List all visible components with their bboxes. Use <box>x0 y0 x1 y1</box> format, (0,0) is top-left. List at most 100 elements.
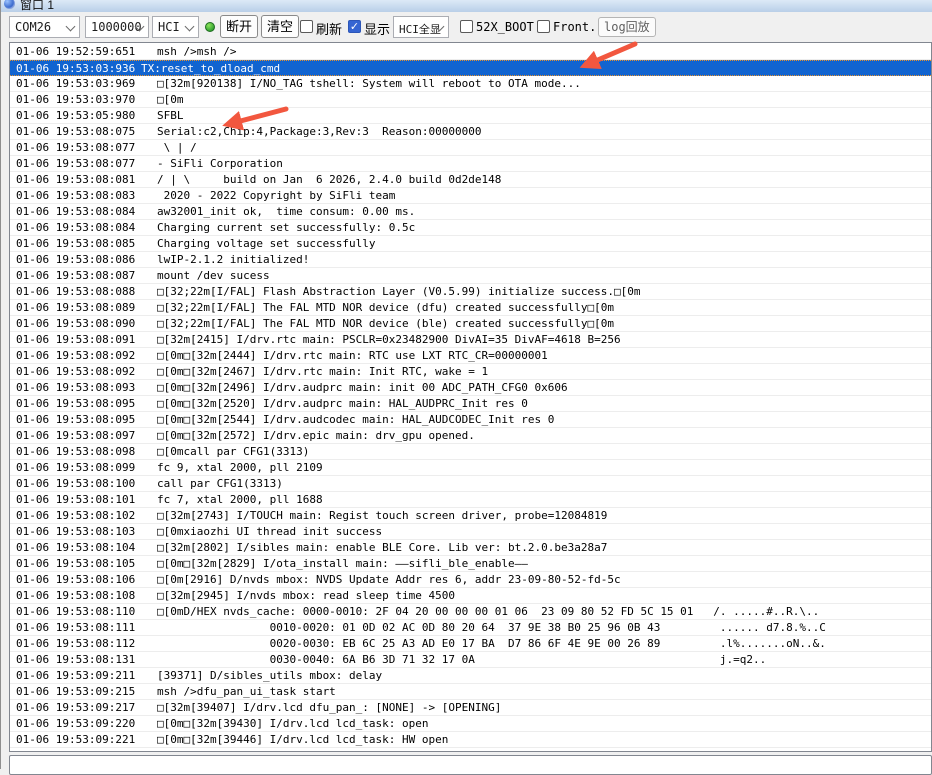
52x-boot-checkbox[interactable] <box>460 20 473 33</box>
log-message: lwIP-2.1.2 initialized! <box>135 252 309 267</box>
log-row[interactable]: 01-06 19:53:09:220□[0m□[32m[39430] I/drv… <box>10 716 931 732</box>
log-row[interactable]: 01-06 19:53:09:221□[0m□[32m[39446] I/drv… <box>10 732 931 748</box>
log-row[interactable]: 01-06 19:53:08:104□[32m[2802] I/sibles m… <box>10 540 931 556</box>
log-message: □[32;22m[I/FAL] The FAL MTD NOR device (… <box>135 316 614 331</box>
com-port-select[interactable]: COM26 <box>9 16 80 38</box>
log-timestamp: 01-06 19:53:08:097 <box>10 428 135 443</box>
log-row[interactable]: 01-06 19:53:03:970□[0m <box>10 92 931 108</box>
log-message: Serial:c2,Chip:4,Package:3,Rev:3 Reason:… <box>135 124 482 139</box>
log-timestamp: 01-06 19:53:09:215 <box>10 684 135 699</box>
clear-button[interactable]: 清空 <box>261 15 299 38</box>
command-input[interactable] <box>9 755 932 775</box>
log-timestamp: 01-06 19:53:08:088 <box>10 284 135 299</box>
log-row[interactable]: 01-06 19:53:09:215msh />dfu_pan_ui_task … <box>10 684 931 700</box>
display-checkbox-label: 显示 <box>364 19 390 38</box>
log-row[interactable]: 01-06 19:53:08:092□[0m□[32m[2467] I/drv.… <box>10 364 931 380</box>
log-timestamp: 01-06 19:53:08:101 <box>10 492 135 507</box>
log-message: fc 7, xtal 2000, pll 1688 <box>135 492 323 507</box>
toolbar: COM26 1000000 HCI 断开 清空 刷新 显示 HCI全显 52X_… <box>1 12 932 42</box>
log-timestamp: 01-06 19:53:08:100 <box>10 476 135 491</box>
connection-status-led-icon <box>205 22 215 32</box>
log-row[interactable]: 01-06 19:53:09:211[39371] D/sibles_utils… <box>10 668 931 684</box>
log-timestamp: 01-06 19:53:08:110 <box>10 604 135 619</box>
log-row[interactable]: 01-06 19:53:08:083 2020 - 2022 Copyright… <box>10 188 931 204</box>
log-row[interactable]: 01-06 19:53:08:101fc 7, xtal 2000, pll 1… <box>10 492 931 508</box>
log-message: □[0m□[32m[39430] I/drv.lcd lcd_task: ope… <box>135 716 429 731</box>
log-row[interactable]: 01-06 19:53:08:099fc 9, xtal 2000, pll 2… <box>10 460 931 476</box>
log-row[interactable]: 01-06 19:53:08:131 0030-0040: 6A B6 3D 7… <box>10 652 931 668</box>
log-row[interactable]: 01-06 19:53:08:108□[32m[2945] I/nvds mbo… <box>10 588 931 604</box>
log-message: □[0mxiaozhi UI thread init success <box>135 524 382 539</box>
log-row[interactable]: 01-06 19:53:08:105□[0m□[32m[2829] I/ota_… <box>10 556 931 572</box>
log-row[interactable]: 01-06 19:53:08:086lwIP-2.1.2 initialized… <box>10 252 931 268</box>
log-row[interactable]: 01-06 19:53:08:110□[0mD/HEX nvds_cache: … <box>10 604 931 620</box>
log-timestamp: 01-06 19:53:08:131 <box>10 652 135 667</box>
log-row[interactable]: 01-06 19:53:08:098□[0mcall par CFG1(3313… <box>10 444 931 460</box>
log-timestamp: 01-06 19:53:08:093 <box>10 380 135 395</box>
log-timestamp: 01-06 19:53:08:112 <box>10 636 135 651</box>
log-message: mount /dev sucess <box>135 268 270 283</box>
log-row[interactable]: 01-06 19:53:03:969□[32m[920138] I/NO_TAG… <box>10 76 931 92</box>
log-row[interactable]: 01-06 19:53:08:100call par CFG1(3313) <box>10 476 931 492</box>
disconnect-button[interactable]: 断开 <box>220 15 258 38</box>
log-row[interactable]: 01-06 19:53:08:095□[0m□[32m[2544] I/drv.… <box>10 412 931 428</box>
log-timestamp: 01-06 19:53:08:092 <box>10 364 135 379</box>
log-row[interactable]: 01-06 19:53:08:088□[32;22m[I/FAL] Flash … <box>10 284 931 300</box>
baud-rate-select[interactable]: 1000000 <box>85 16 149 38</box>
refresh-checkbox[interactable] <box>300 20 313 33</box>
log-row[interactable]: 01-06 19:53:08:092□[0m□[32m[2444] I/drv.… <box>10 348 931 364</box>
log-row[interactable]: 01-06 19:53:08:081/ | \ build on Jan 6 2… <box>10 172 931 188</box>
display-checkbox[interactable] <box>348 20 361 33</box>
log-message: TX:reset_to_dload_cmd <box>135 61 280 76</box>
log-message: □[0m□[32m[2544] I/drv.audcodec main: HAL… <box>135 412 554 427</box>
log-row[interactable]: 01-06 19:53:08:084aw32001_init ok, time … <box>10 204 931 220</box>
log-row[interactable]: 01-06 19:53:08:077- SiFli Corporation <box>10 156 931 172</box>
log-message: □[0m□[32m[2572] I/drv.epic main: drv_gpu… <box>135 428 475 443</box>
log-replay-button[interactable]: log回放 <box>598 17 656 37</box>
log-row[interactable]: 01-06 19:53:08:090□[32;22m[I/FAL] The FA… <box>10 316 931 332</box>
hci-display-select[interactable]: HCI全显 <box>393 16 449 38</box>
log-message: □[0m□[32m[2520] I/drv.audprc main: HAL_A… <box>135 396 528 411</box>
log-row[interactable]: 01-06 19:53:08:103□[0mxiaozhi UI thread … <box>10 524 931 540</box>
log-timestamp: 01-06 19:53:08:090 <box>10 316 135 331</box>
log-timestamp: 01-06 19:53:08:086 <box>10 252 135 267</box>
log-row[interactable]: 01-06 19:53:05:980SFBL <box>10 108 931 124</box>
protocol-mode-select[interactable]: HCI <box>152 16 199 38</box>
front-checkbox[interactable] <box>537 20 550 33</box>
log-row[interactable]: 01-06 19:53:08:085Charging voltage set s… <box>10 236 931 252</box>
log-row[interactable]: 01-06 19:53:08:091□[32m[2415] I/drv.rtc … <box>10 332 931 348</box>
log-row[interactable]: 01-06 19:52:59:651msh />msh /> <box>10 44 931 60</box>
log-timestamp: 01-06 19:52:59:651 <box>10 44 135 59</box>
log-row-selected[interactable]: 01-06 19:53:03:936TX:reset_to_dload_cmd <box>10 60 931 76</box>
log-row[interactable]: 01-06 19:53:08:093□[0m□[32m[2496] I/drv.… <box>10 380 931 396</box>
log-row[interactable]: 01-06 19:53:08:077 \ | / <box>10 140 931 156</box>
log-message: 0020-0030: EB 6C 25 A3 AD E0 17 BA D7 86… <box>135 636 826 651</box>
log-message: □[0m□[32m[2829] I/ota_install main: ——si… <box>135 556 528 571</box>
log-row[interactable]: 01-06 19:53:08:087mount /dev sucess <box>10 268 931 284</box>
log-row[interactable]: 01-06 19:53:08:084Charging current set s… <box>10 220 931 236</box>
log-message: □[32m[2945] I/nvds mbox: read sleep time… <box>135 588 455 603</box>
log-timestamp: 01-06 19:53:03:969 <box>10 76 135 91</box>
log-message: □[32;22m[I/FAL] Flash Abstraction Layer … <box>135 284 640 299</box>
log-message: fc 9, xtal 2000, pll 2109 <box>135 460 323 475</box>
log-row[interactable]: 01-06 19:53:09:217□[32m[39407] I/drv.lcd… <box>10 700 931 716</box>
log-row[interactable]: 01-06 19:53:08:111 0010-0020: 01 0D 02 A… <box>10 620 931 636</box>
log-row[interactable]: 01-06 19:53:08:075Serial:c2,Chip:4,Packa… <box>10 124 931 140</box>
log-timestamp: 01-06 19:53:08:077 <box>10 140 135 155</box>
log-timestamp: 01-06 19:53:08:089 <box>10 300 135 315</box>
serial-log-panel[interactable]: 01-06 19:52:59:651msh />msh />01-06 19:5… <box>9 42 932 752</box>
log-row[interactable]: 01-06 19:53:08:102□[32m[2743] I/TOUCH ma… <box>10 508 931 524</box>
com-port-value: COM26 <box>15 20 51 34</box>
log-message: □[0mcall par CFG1(3313) <box>135 444 309 459</box>
log-message: □[0m□[32m[2467] I/drv.rtc main: Init RTC… <box>135 364 488 379</box>
log-timestamp: 01-06 19:53:08:098 <box>10 444 135 459</box>
log-message: □[0mD/HEX nvds_cache: 0000-0010: 2F 04 2… <box>135 604 819 619</box>
log-row[interactable]: 01-06 19:53:08:095□[0m□[32m[2520] I/drv.… <box>10 396 931 412</box>
log-rows-container: 01-06 19:52:59:651msh />msh />01-06 19:5… <box>10 44 931 748</box>
log-row[interactable]: 01-06 19:53:08:106□[0m[2916] D/nvds mbox… <box>10 572 931 588</box>
log-timestamp: 01-06 19:53:08:104 <box>10 540 135 555</box>
log-row[interactable]: 01-06 19:53:08:089□[32;22m[I/FAL] The FA… <box>10 300 931 316</box>
log-timestamp: 01-06 19:53:08:085 <box>10 236 135 251</box>
log-row[interactable]: 01-06 19:53:08:097□[0m□[32m[2572] I/drv.… <box>10 428 931 444</box>
log-row[interactable]: 01-06 19:53:08:112 0020-0030: EB 6C 25 A… <box>10 636 931 652</box>
